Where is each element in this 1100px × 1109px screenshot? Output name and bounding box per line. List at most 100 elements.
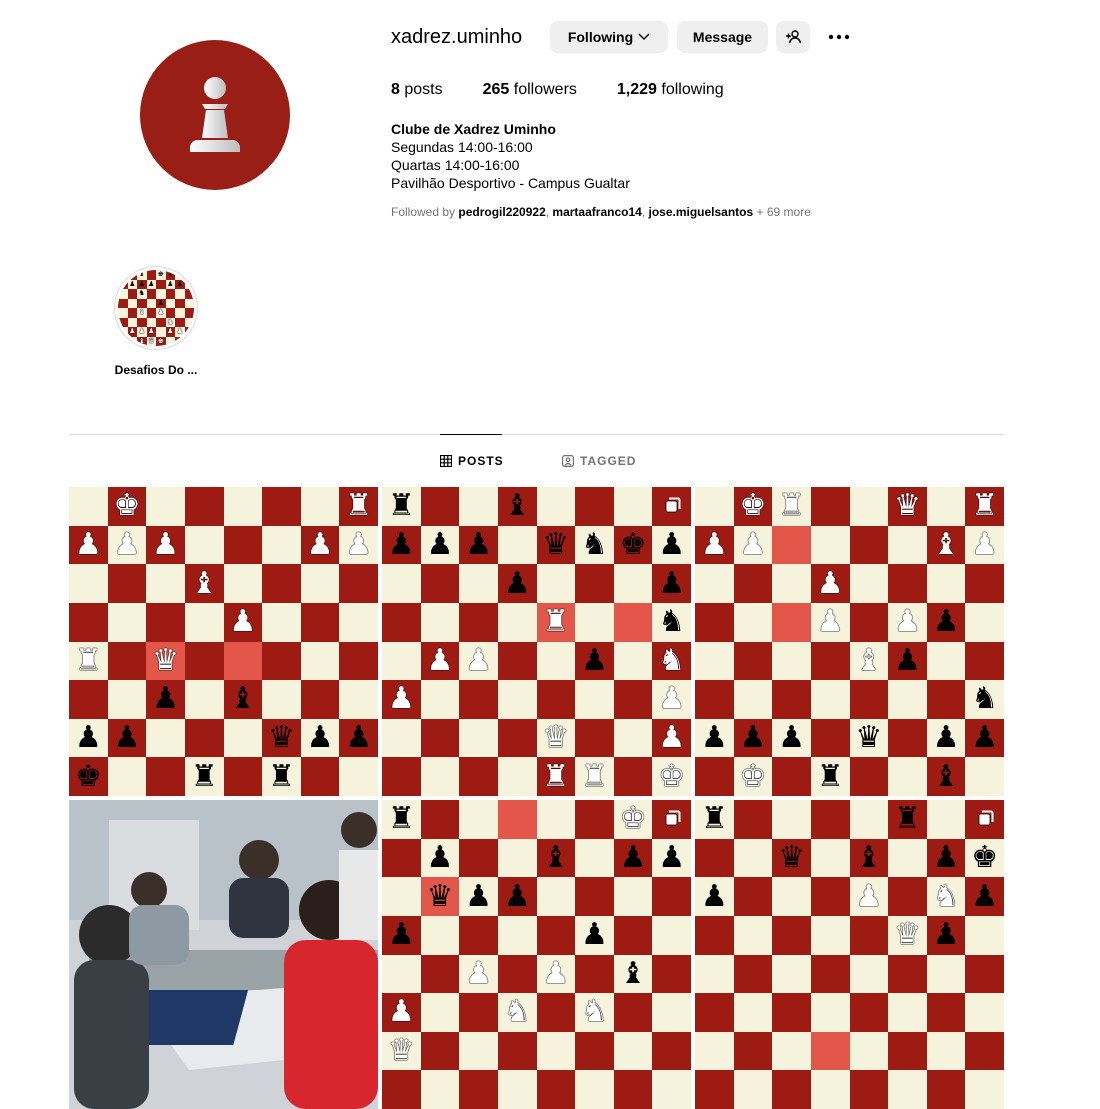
board-square: ♟ (849, 877, 889, 916)
post-tile[interactable]: ♚ ♜ ♛ ♜ ♟ ♟ ♝ ♟ ♟ ♟ ♟ ♟ ♝ ♟ ♞ ♟ ♟ ♟ ♛ ♟ ♟ ♚ ♜ ♝ (695, 487, 1004, 796)
profile-bio: Clube de Xadrez Uminho Segundas 14:00-16… (391, 120, 630, 192)
post-photo (69, 800, 378, 1109)
white-pawn-icon: ♟ (816, 565, 844, 601)
followed-by-more: + 69 more (756, 205, 811, 219)
board-square (733, 838, 773, 878)
post-tile[interactable]: ♜ ♜ ♛ ♝ ♟ ♚ ♟ ♟ ♞ ♟ ♛ ♟ (695, 800, 1004, 1109)
board-square (733, 564, 773, 603)
board-square: ♝ (926, 757, 966, 796)
following-stat[interactable]: 1,229 following (617, 81, 724, 99)
board-square: ♛ (888, 915, 927, 955)
followed-by-user[interactable]: martaafranco14 (552, 205, 641, 219)
board-square: ♜ (262, 757, 301, 796)
post-tile[interactable] (69, 800, 378, 1109)
black-pawn-icon: ♟ (503, 565, 531, 601)
black-queen-icon: ♛ (542, 526, 570, 562)
board-square (497, 800, 537, 839)
board-square (888, 718, 927, 758)
board-square (536, 564, 576, 603)
pawn-logo-icon (190, 77, 240, 152)
followed-by[interactable]: Followed by pedrogil220922, martaafranco… (391, 205, 811, 219)
board-square: ♟ (184, 327, 194, 337)
board-square (497, 718, 537, 758)
board-square (118, 317, 128, 327)
story-highlight[interactable]: ♜ ♝ ♚ ♝ ♞ ♜ ♟ ♟ ♟ ♟ ♟ ♟ ♟ ♞ ♟ ♝ ♟ ♞ ♟ ♟ ♟ ♟ ♟ ♟ ♟ ♜ ♞ ♝ ♛ ♚ ♜ (114, 266, 198, 350)
board-square (146, 602, 185, 642)
profile-username: xadrez.uminho (391, 26, 523, 48)
black-pawn-icon: ♟ (580, 917, 608, 953)
black-knight-icon: ♞ (138, 289, 145, 298)
board-square (613, 680, 653, 719)
board-square (772, 993, 811, 1032)
board-square: ♟ (459, 877, 498, 916)
board-square: ♟ (926, 915, 966, 955)
more-options-button[interactable] (820, 21, 858, 53)
tab-tagged[interactable]: TAGGED (562, 454, 636, 468)
board-square (118, 289, 128, 299)
board-square (107, 641, 147, 681)
board-square: ♟ (459, 954, 498, 994)
board-square (695, 915, 734, 955)
board-square (339, 757, 378, 796)
following-button[interactable]: Following (550, 21, 668, 53)
profile-avatar[interactable] (140, 40, 290, 190)
board-square: ♝ (536, 838, 576, 878)
white-pawn-icon: ♟ (542, 955, 570, 991)
white-knight-icon: ♞ (167, 317, 174, 326)
white-queen-icon: ♛ (893, 488, 921, 524)
board-square (733, 680, 773, 719)
white-king-icon: ♚ (739, 758, 767, 794)
white-knight-icon: ♞ (658, 642, 686, 678)
board-square: ♟ (965, 877, 1004, 916)
board-square (223, 487, 263, 526)
board-square: ♟ (695, 718, 734, 758)
black-pawn-icon: ♟ (167, 279, 174, 288)
black-pawn-icon: ♟ (700, 878, 728, 914)
board-square: ♝ (223, 680, 263, 719)
black-knight-icon: ♞ (176, 270, 183, 279)
black-rook-icon: ♜ (119, 270, 126, 279)
board-square: ♜ (382, 800, 421, 839)
board-square: ♟ (926, 602, 966, 642)
followed-by-user[interactable]: pedrogil220922 (458, 205, 545, 219)
board-square (810, 641, 850, 681)
board-square (888, 525, 927, 565)
black-bishop-icon: ♝ (229, 681, 257, 717)
white-bishop-icon: ♝ (138, 336, 145, 345)
board-square (382, 602, 421, 642)
board-square (965, 993, 1004, 1032)
board-square (382, 757, 421, 796)
board-square (69, 564, 108, 603)
board-square (420, 915, 460, 955)
board-square: ♟ (888, 641, 927, 681)
tab-posts[interactable]: POSTS (440, 454, 504, 468)
board-square (459, 1070, 498, 1109)
white-knight-icon: ♞ (503, 994, 531, 1030)
board-square: ♟ (137, 327, 147, 337)
followers-stat[interactable]: 265 followers (483, 81, 577, 99)
black-pawn-icon: ♟ (619, 839, 647, 875)
board-square (382, 838, 421, 878)
board-square (613, 757, 653, 796)
followed-by-user[interactable]: jose.miguelsantos (648, 205, 753, 219)
suggest-users-button[interactable] (776, 21, 810, 53)
post-tile[interactable]: ♜ ♚ ♟ ♝ ♟ ♟ ♛ ♟ ♟ ♟ ♟ ♟ ♟ ♝ ♟ ♞ ♞ ♛ (382, 800, 691, 1109)
board-square (733, 800, 773, 839)
white-rook-icon: ♜ (580, 758, 608, 794)
board-square (733, 1070, 773, 1109)
board-square (575, 680, 614, 719)
board-square (459, 757, 498, 796)
board-square: ♛ (146, 336, 156, 346)
board-square (733, 602, 773, 642)
board-square: ♟ (382, 680, 421, 719)
followers-count: 265 (482, 81, 510, 98)
black-rook-icon: ♜ (816, 758, 844, 794)
white-queen-icon: ♛ (148, 336, 155, 345)
post-tile[interactable]: ♚ ♜ ♟ ♟ ♟ ♟ ♟ ♝ ♟ ♜ ♛ ♟ ♝ ♟ ♟ ♛ ♟ ♟ ♚ ♜ ♜ (69, 487, 378, 796)
board-square: ♞ (165, 317, 175, 327)
post-tile[interactable]: ♜ ♝ ♟ ♟ ♟ ♛ ♞ ♚ ♟ ♟ ♟ ♜ ♞ ♟ ♟ ♟ ♞ ♟ ♟ ♛ ♟ ♜ ♜ ♚ (382, 487, 691, 796)
board-square: ♟ (300, 718, 340, 758)
message-button[interactable]: Message (677, 21, 768, 53)
board-square (810, 993, 850, 1032)
board-square (888, 1031, 927, 1071)
